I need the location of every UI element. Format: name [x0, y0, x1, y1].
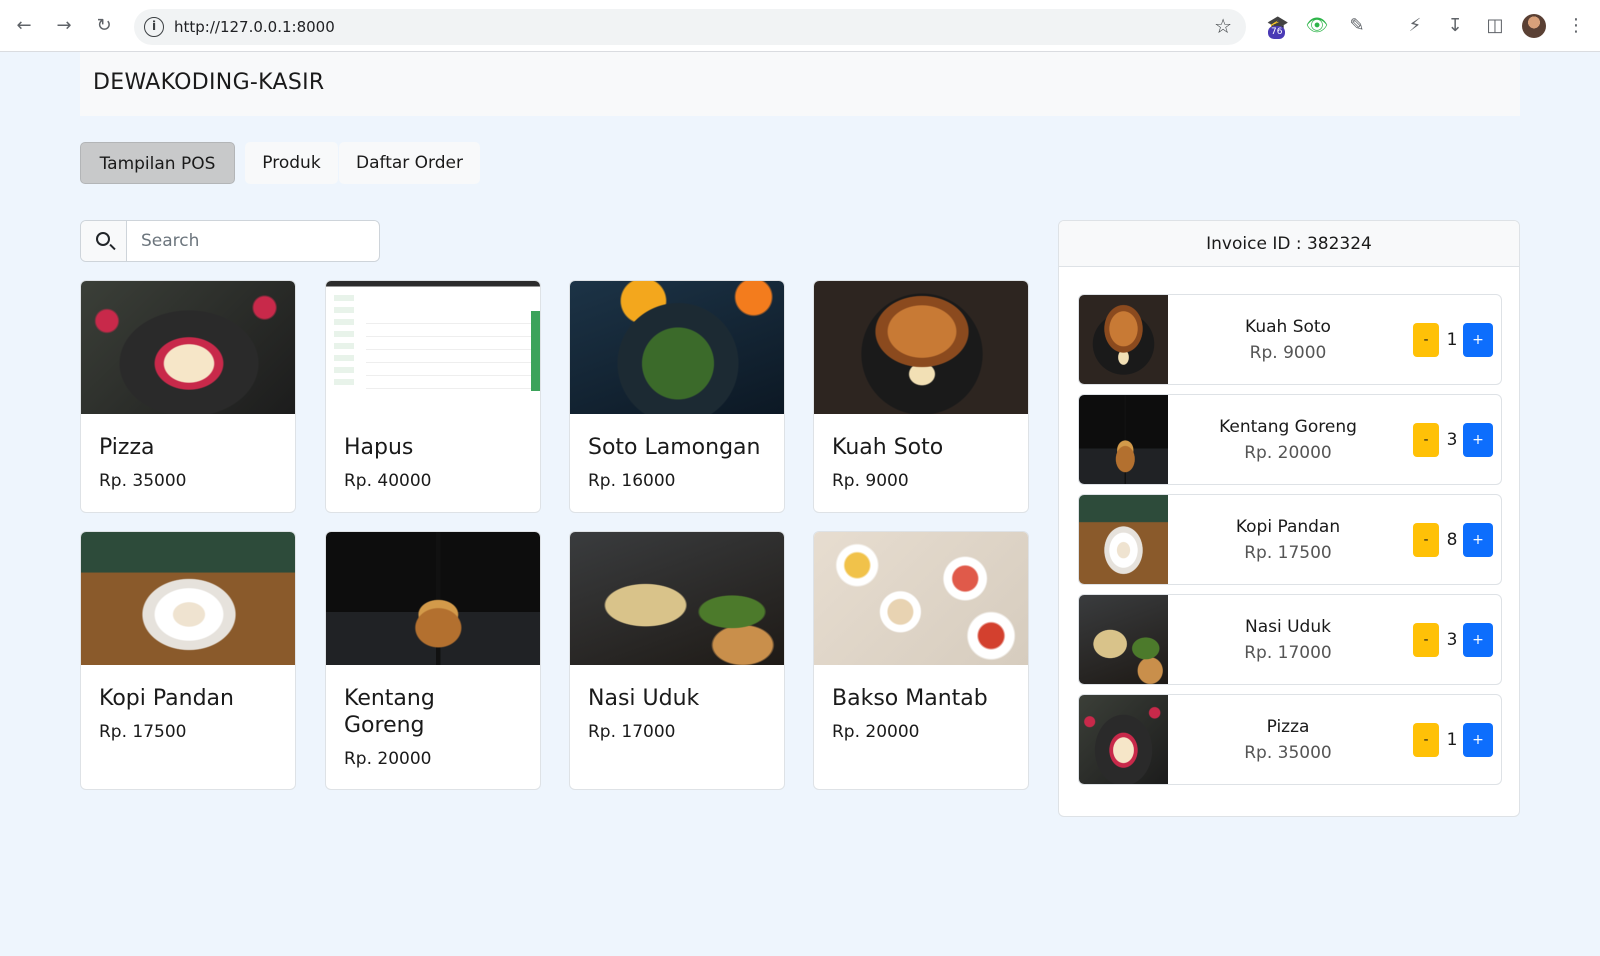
- invoice-item-name: Pizza: [1266, 717, 1310, 737]
- tab-produk[interactable]: Produk: [245, 142, 338, 184]
- search-icon-box: [81, 221, 127, 261]
- product-card-kuah-soto[interactable]: Kuah Soto Rp. 9000: [813, 280, 1029, 513]
- product-image: [814, 532, 1028, 665]
- address-bar[interactable]: i http://127.0.0.1:8000 ☆: [134, 9, 1246, 45]
- invoice-item-image: [1079, 295, 1168, 384]
- invoice-item: Kuah Soto Rp. 9000 - 1 +: [1078, 294, 1502, 385]
- product-image: [570, 532, 784, 665]
- extension-eye-icon[interactable]: 👁: [1305, 14, 1329, 38]
- product-price: Rp. 9000: [832, 471, 909, 491]
- product-card-pizza[interactable]: Pizza Rp. 35000: [80, 280, 296, 513]
- app-brand[interactable]: DEWAKODING-KASIR: [93, 70, 324, 95]
- invoice-item-image: [1079, 695, 1168, 784]
- invoice-item-price: Rp. 17500: [1244, 543, 1332, 563]
- product-name: Nasi Uduk: [588, 686, 700, 711]
- product-card-bakso-mantab[interactable]: Bakso Mantab Rp. 20000: [813, 531, 1029, 790]
- invoice-item-name: Kopi Pandan: [1235, 517, 1341, 537]
- product-card-kentang-goreng[interactable]: Kentang Goreng Rp. 20000: [325, 531, 541, 790]
- invoice-title: Invoice ID : 382324: [1059, 221, 1519, 267]
- search-group: [80, 220, 380, 262]
- invoice-item-image: [1079, 595, 1168, 684]
- product-name: Kopi Pandan: [99, 686, 234, 711]
- increase-qty-button[interactable]: +: [1463, 623, 1493, 657]
- item-quantity: 1: [1446, 330, 1458, 350]
- product-image: [326, 281, 540, 414]
- item-quantity: 3: [1446, 630, 1458, 650]
- site-info-icon[interactable]: i: [144, 17, 164, 37]
- product-price: Rp. 16000: [588, 471, 676, 491]
- decrease-qty-button[interactable]: -: [1413, 723, 1439, 757]
- extension-badge: 76: [1268, 26, 1286, 39]
- product-price: Rp. 17000: [588, 722, 676, 742]
- increase-qty-button[interactable]: +: [1463, 423, 1493, 457]
- decrease-qty-button[interactable]: -: [1413, 323, 1439, 357]
- side-panel-icon[interactable]: ◫: [1483, 14, 1507, 38]
- invoice-item-name: Kuah Soto: [1245, 317, 1331, 337]
- product-image: [81, 281, 295, 414]
- browser-toolbar: ← → ↻ i http://127.0.0.1:8000 ☆ 🎓 76 👁 ✎…: [0, 0, 1600, 52]
- product-image: [814, 281, 1028, 414]
- product-image: [570, 281, 784, 414]
- product-price: Rp. 40000: [344, 471, 432, 491]
- product-name: Hapus: [344, 435, 414, 460]
- product-card-soto-lamongan[interactable]: Soto Lamongan Rp. 16000: [569, 280, 785, 513]
- invoice-item: Nasi Uduk Rp. 17000 - 3 +: [1078, 594, 1502, 685]
- decrease-qty-button[interactable]: -: [1413, 623, 1439, 657]
- item-quantity: 8: [1446, 530, 1458, 550]
- decrease-qty-button[interactable]: -: [1413, 523, 1439, 557]
- product-price: Rp. 20000: [344, 749, 432, 769]
- item-quantity: 1: [1446, 730, 1458, 750]
- invoice-item-price: Rp. 17000: [1244, 643, 1332, 663]
- product-name: Kuah Soto: [832, 435, 944, 460]
- product-card-nasi-uduk[interactable]: Nasi Uduk Rp. 17000: [569, 531, 785, 790]
- extensions-puzzle-icon[interactable]: ✎: [1345, 14, 1369, 38]
- invoice-item-name: Nasi Uduk: [1245, 617, 1331, 637]
- increase-qty-button[interactable]: +: [1463, 323, 1493, 357]
- forward-arrow-icon[interactable]: →: [50, 12, 78, 40]
- product-name: Soto Lamongan: [588, 435, 761, 460]
- url-text[interactable]: http://127.0.0.1:8000: [174, 18, 335, 36]
- increase-qty-button[interactable]: +: [1463, 723, 1493, 757]
- product-price: Rp. 35000: [99, 471, 187, 491]
- invoice-item-price: Rp. 20000: [1244, 443, 1332, 463]
- performance-icon[interactable]: ⚡: [1403, 14, 1427, 38]
- product-price: Rp. 17500: [99, 722, 187, 742]
- decrease-qty-button[interactable]: -: [1413, 423, 1439, 457]
- menu-kebab-icon[interactable]: ⋮: [1564, 14, 1588, 38]
- tab-tampilan-pos[interactable]: Tampilan POS: [80, 142, 235, 184]
- bookmark-star-icon[interactable]: ☆: [1214, 14, 1232, 38]
- reload-icon[interactable]: ↻: [90, 12, 118, 40]
- product-image: [81, 532, 295, 665]
- product-card-hapus[interactable]: Hapus Rp. 40000: [325, 280, 541, 513]
- product-name: Bakso Mantab: [832, 686, 988, 711]
- product-name: Kentang Goreng: [344, 686, 435, 738]
- invoice-item-price: Rp. 35000: [1244, 743, 1332, 763]
- invoice-panel: Invoice ID : 382324 Kuah Soto Rp. 9000 -…: [1058, 220, 1520, 817]
- invoice-item-image: [1079, 495, 1168, 584]
- product-card-kopi-pandan[interactable]: Kopi Pandan Rp. 17500: [80, 531, 296, 790]
- invoice-item-price: Rp. 9000: [1249, 343, 1327, 363]
- invoice-item: Pizza Rp. 35000 - 1 +: [1078, 694, 1502, 785]
- profile-avatar[interactable]: [1522, 14, 1546, 38]
- invoice-item-image: [1079, 395, 1168, 484]
- increase-qty-button[interactable]: +: [1463, 523, 1493, 557]
- invoice-item: Kopi Pandan Rp. 17500 - 8 +: [1078, 494, 1502, 585]
- search-icon: [96, 232, 110, 246]
- search-input[interactable]: [128, 221, 378, 261]
- product-image: [326, 532, 540, 665]
- tab-daftar-order[interactable]: Daftar Order: [339, 142, 480, 184]
- invoice-item-name: Kentang Goreng: [1219, 417, 1357, 437]
- item-quantity: 3: [1446, 430, 1458, 450]
- back-arrow-icon[interactable]: ←: [10, 12, 38, 40]
- app-navbar: DEWAKODING-KASIR: [80, 52, 1520, 116]
- product-price: Rp. 20000: [832, 722, 920, 742]
- product-name: Pizza: [99, 435, 155, 460]
- invoice-item: Kentang Goreng Rp. 20000 - 3 +: [1078, 394, 1502, 485]
- download-icon[interactable]: ↧: [1443, 14, 1467, 38]
